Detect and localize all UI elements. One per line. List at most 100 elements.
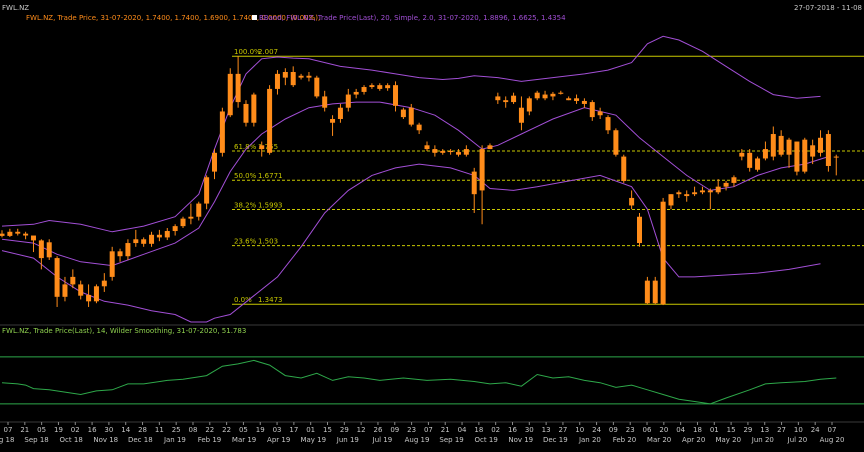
bband-line — [1, 163, 821, 323]
bband-legend: BBand, FWL.NZ, Trade Price(Last), 20, Si… — [259, 14, 566, 22]
x-day-tick: 01 — [710, 426, 719, 434]
x-day-tick: 05 — [239, 426, 248, 434]
candle-body — [542, 94, 548, 99]
candle-body — [534, 92, 540, 99]
bband-legend-swatch — [252, 15, 257, 20]
candle-body — [794, 141, 800, 172]
candle-body — [597, 111, 603, 116]
candle-body — [219, 111, 225, 153]
candle-body — [0, 233, 5, 236]
candle-body — [613, 130, 619, 155]
candle-body — [251, 94, 257, 123]
x-month-tick: Aug 19 — [405, 436, 430, 444]
x-month-tick: Mar 19 — [232, 436, 256, 444]
candle-body — [172, 226, 178, 232]
candle-body — [723, 182, 729, 187]
x-month-tick: Apr 20 — [682, 436, 705, 444]
x-day-tick: 09 — [609, 426, 618, 434]
x-day-tick: 21 — [20, 426, 29, 434]
candle-body — [558, 92, 564, 94]
x-month-tick: Aug 20 — [820, 436, 845, 444]
candle-body — [7, 231, 13, 236]
candle-body — [424, 145, 430, 150]
x-month-tick: Aug 18 — [0, 436, 14, 444]
candle-body — [125, 243, 131, 257]
x-month-tick: Mar 20 — [647, 436, 671, 444]
chart-canvas: 27-07-2018 - 11-08 FWL.NZ FWL.NZ, Trade … — [0, 4, 864, 444]
candle-body — [440, 150, 446, 153]
x-month-tick: Jul 20 — [787, 436, 808, 444]
candle-body — [833, 156, 839, 158]
x-day-tick: 09 — [390, 426, 399, 434]
candle-body — [818, 137, 824, 153]
x-day-tick: 16 — [508, 426, 517, 434]
candle-body — [78, 284, 84, 296]
x-month-tick: Jan 20 — [578, 436, 601, 444]
candle-body — [322, 96, 328, 108]
candle-body — [471, 171, 477, 195]
x-month-tick: May 19 — [300, 436, 326, 444]
candle-body — [810, 145, 816, 157]
x-day-tick: 19 — [256, 426, 265, 434]
x-day-tick: 11 — [155, 426, 164, 434]
candle-body — [109, 251, 115, 277]
rsi-line — [1, 359, 837, 405]
candle-body — [802, 139, 808, 172]
x-day-tick: 23 — [626, 426, 635, 434]
x-day-tick: 13 — [542, 426, 551, 434]
candle-body — [393, 85, 399, 106]
candle-body — [432, 149, 438, 153]
candle-body — [156, 234, 162, 238]
bband-line — [1, 35, 821, 233]
x-day-tick: 30 — [525, 426, 534, 434]
x-month-tick: Feb 20 — [613, 436, 637, 444]
candle-body — [526, 98, 532, 112]
candle-body — [621, 156, 627, 182]
fib-value-label: 1.3473 — [258, 296, 283, 304]
x-day-tick: 12 — [357, 426, 366, 434]
fib-value-label: 1.5993 — [258, 201, 283, 209]
x-day-tick: 27 — [777, 426, 786, 434]
x-month-tick: Feb 19 — [198, 436, 222, 444]
x-day-tick: 19 — [54, 426, 63, 434]
candle-body — [479, 149, 485, 191]
candles — [0, 56, 839, 307]
candle-body — [605, 117, 611, 131]
candle-body — [692, 192, 698, 195]
candle-body — [345, 94, 351, 108]
candle-body — [699, 190, 705, 193]
candle-body — [463, 149, 469, 155]
fib-percent-label: 0.0% — [234, 296, 252, 304]
candle-body — [361, 87, 367, 92]
candle-body — [141, 239, 147, 244]
x-day-tick: 18 — [474, 426, 483, 434]
candle-body — [566, 98, 572, 101]
candle-body — [282, 71, 288, 78]
x-month-tick: Oct 19 — [475, 436, 498, 444]
x-day-tick: 28 — [138, 426, 147, 434]
x-month-tick: Oct 18 — [60, 436, 83, 444]
candle-body — [353, 91, 359, 95]
x-month-tick: Apr 19 — [267, 436, 290, 444]
candle-body — [684, 194, 690, 197]
x-day-tick: 15 — [727, 426, 736, 434]
candle-body — [511, 95, 517, 103]
x-day-tick: 17 — [289, 426, 298, 434]
bollinger-bands — [1, 35, 829, 323]
candle-body — [574, 98, 580, 101]
symbol-label: FWL.NZ — [2, 4, 29, 12]
candle-body — [644, 280, 650, 304]
x-day-tick: 22 — [222, 426, 231, 434]
x-day-tick: 10 — [794, 426, 803, 434]
candle-body — [408, 107, 414, 125]
x-day-tick: 29 — [340, 426, 349, 434]
x-day-tick: 02 — [71, 426, 80, 434]
fib-percent-label: 100.0% — [234, 48, 261, 56]
candle-body — [274, 73, 280, 89]
x-month-tick: Jan 19 — [163, 436, 186, 444]
candle-body — [550, 93, 556, 97]
x-day-tick: 05 — [37, 426, 46, 434]
x-month-tick: Dec 19 — [543, 436, 568, 444]
candle-body — [306, 75, 312, 78]
x-day-tick: 24 — [811, 426, 820, 434]
